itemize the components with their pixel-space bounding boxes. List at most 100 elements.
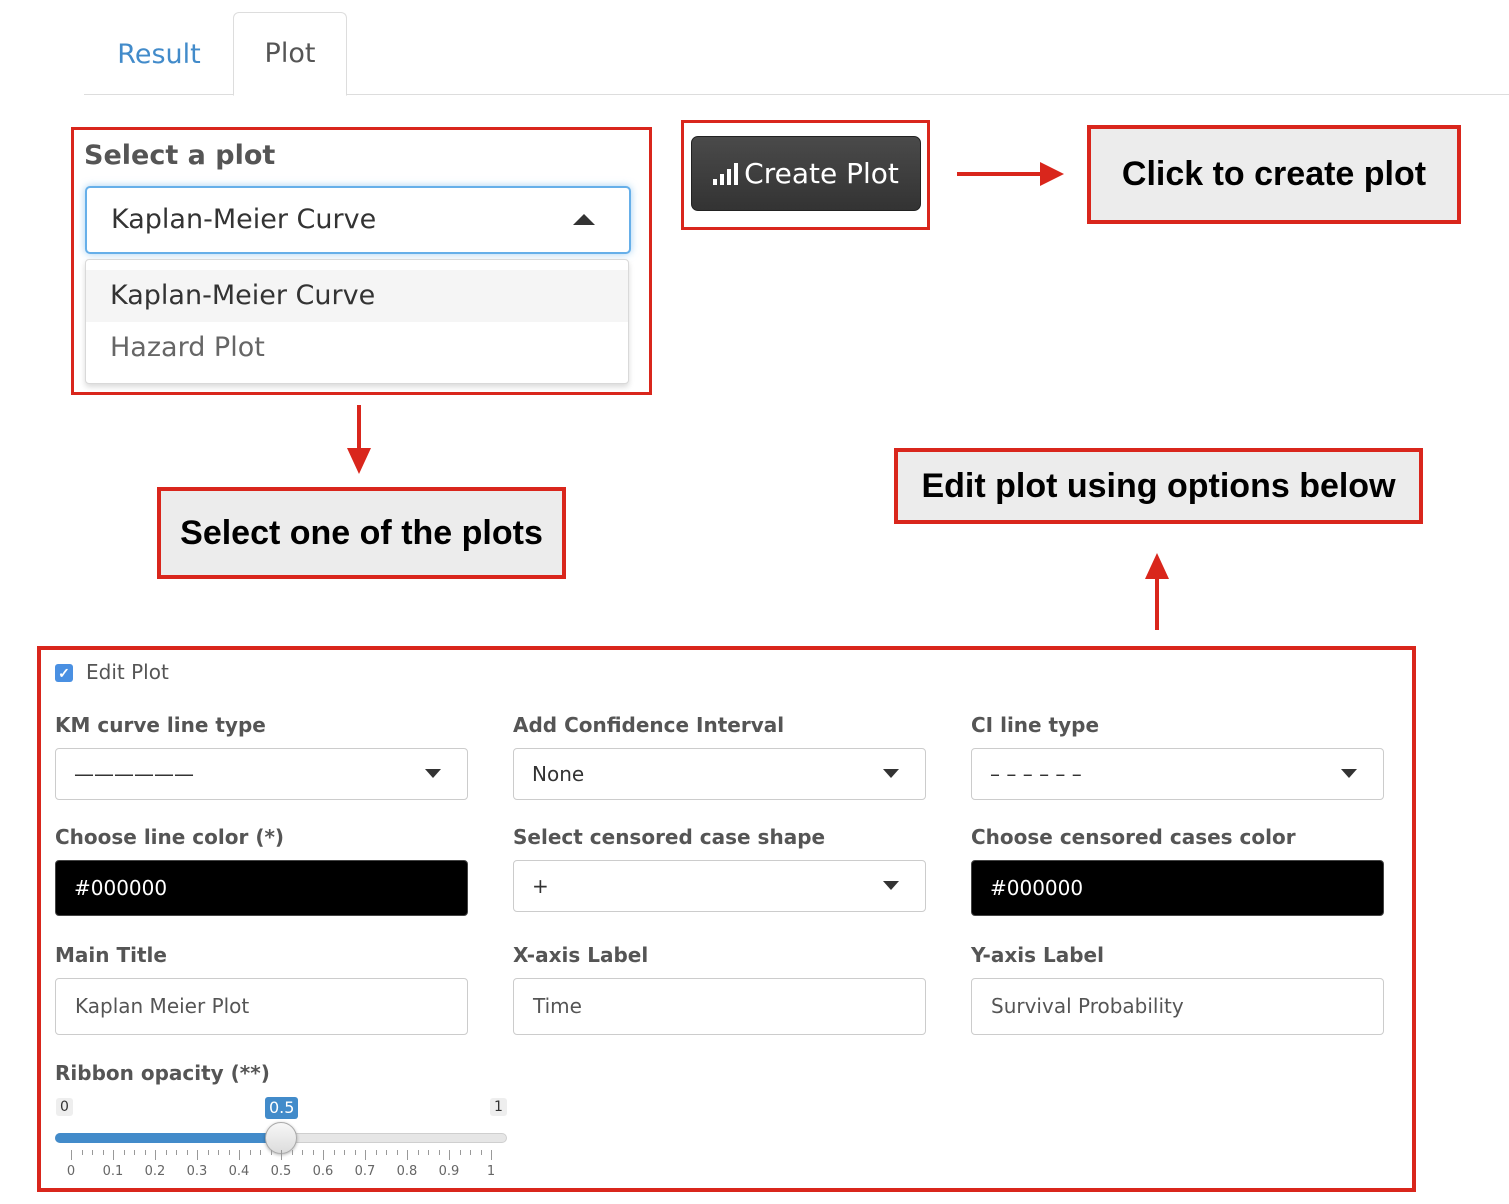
arrow-down-line bbox=[357, 405, 361, 451]
slider-minor-tick bbox=[165, 1150, 167, 1155]
slider-minor-tick bbox=[144, 1150, 146, 1155]
slider-minor-tick bbox=[354, 1150, 356, 1155]
slider-tick-label: 0.5 bbox=[270, 1164, 292, 1179]
dropdown-option-hazard-plot[interactable]: Hazard Plot bbox=[86, 322, 628, 374]
confidence-interval-value: None bbox=[532, 762, 585, 786]
dropdown-option-kaplan-meier[interactable]: Kaplan-Meier Curve bbox=[86, 270, 628, 322]
signal-bars-icon bbox=[713, 162, 739, 185]
km-line-type-select[interactable]: —————— bbox=[55, 748, 468, 800]
create-plot-label: Create Plot bbox=[744, 157, 899, 190]
slider-minor-tick bbox=[81, 1150, 83, 1155]
y-axis-label-input[interactable]: Survival Probability bbox=[971, 978, 1384, 1035]
y-axis-label-label: Y-axis Label bbox=[971, 943, 1104, 967]
slider-minor-tick bbox=[438, 1150, 440, 1155]
arrow-down-icon bbox=[347, 448, 371, 474]
slider-minor-tick bbox=[459, 1150, 461, 1155]
slider-minor-tick bbox=[249, 1150, 251, 1155]
slider-minor-tick bbox=[134, 1150, 135, 1155]
slider-major-tick bbox=[407, 1150, 408, 1160]
tab-result[interactable]: Result bbox=[84, 14, 234, 94]
slider-minor-tick bbox=[302, 1150, 303, 1155]
censored-color-label: Choose censored cases color bbox=[971, 825, 1296, 849]
slider-major-tick bbox=[71, 1150, 72, 1160]
slider-value-badge: 0.5 bbox=[265, 1097, 299, 1119]
edit-plot-checkbox-label: Edit Plot bbox=[86, 660, 169, 684]
chevron-down-icon bbox=[425, 769, 441, 778]
slider-minor-tick bbox=[176, 1150, 177, 1155]
create-plot-button[interactable]: Create Plot bbox=[691, 136, 921, 211]
censored-color-input[interactable]: #000000 bbox=[971, 860, 1384, 916]
callout-select-plot: Select one of the plots bbox=[157, 487, 566, 579]
x-axis-label-label: X-axis Label bbox=[513, 943, 649, 967]
line-color-value: #000000 bbox=[74, 876, 168, 900]
x-axis-label-value: Time bbox=[533, 994, 582, 1018]
slider-minor-tick bbox=[417, 1150, 419, 1155]
slider-minor-tick bbox=[470, 1150, 471, 1155]
slider-minor-tick bbox=[344, 1150, 345, 1155]
slider-minor-tick bbox=[480, 1150, 482, 1155]
slider-tick-label: 0.8 bbox=[396, 1164, 418, 1179]
caret-up-icon bbox=[573, 214, 595, 225]
slider-minor-tick bbox=[333, 1150, 335, 1155]
main-title-input[interactable]: Kaplan Meier Plot bbox=[55, 978, 468, 1035]
slider-minor-tick bbox=[260, 1150, 261, 1155]
chevron-down-icon bbox=[883, 881, 899, 890]
slider-max-label: 1 bbox=[490, 1098, 507, 1116]
slider-tick-label: 0.3 bbox=[186, 1164, 208, 1179]
ribbon-opacity-label: Ribbon opacity (**) bbox=[55, 1061, 270, 1085]
chevron-down-icon bbox=[1341, 769, 1357, 778]
ci-line-type-value: – – – – – – bbox=[990, 762, 1082, 786]
censored-shape-select[interactable]: + bbox=[513, 860, 926, 912]
slider-major-tick bbox=[239, 1150, 240, 1160]
slider-major-tick bbox=[155, 1150, 156, 1160]
slider-major-tick bbox=[281, 1150, 282, 1160]
callout-edit-plot: Edit plot using options below bbox=[894, 448, 1423, 524]
slider-minor-tick bbox=[270, 1150, 272, 1155]
slider-minor-tick bbox=[186, 1150, 188, 1155]
ci-line-type-select[interactable]: – – – – – – bbox=[971, 748, 1384, 800]
slider-minor-tick bbox=[207, 1150, 209, 1155]
km-line-type-value: —————— bbox=[74, 762, 194, 786]
slider-minor-tick bbox=[428, 1150, 429, 1155]
arrow-right-icon bbox=[1040, 162, 1064, 186]
slider-major-tick bbox=[491, 1150, 492, 1160]
plot-select[interactable]: Kaplan-Meier Curve bbox=[85, 186, 631, 254]
slider-minor-tick bbox=[218, 1150, 219, 1155]
censored-shape-label: Select censored case shape bbox=[513, 825, 826, 849]
slider-tick-label: 1 bbox=[486, 1164, 496, 1179]
plot-dropdown-menu: Kaplan-Meier Curve Hazard Plot bbox=[85, 259, 629, 384]
censored-color-value: #000000 bbox=[990, 876, 1084, 900]
line-color-input[interactable]: #000000 bbox=[55, 860, 468, 916]
slider-min-label: 0 bbox=[56, 1098, 73, 1116]
slider-fill bbox=[55, 1133, 281, 1143]
slider-minor-tick bbox=[291, 1150, 293, 1155]
slider-major-tick bbox=[197, 1150, 198, 1160]
slider-tick-label: 0.9 bbox=[438, 1164, 460, 1179]
slider-tick-label: 0.4 bbox=[228, 1164, 250, 1179]
slider-minor-tick bbox=[92, 1150, 93, 1155]
ci-line-type-label: CI line type bbox=[971, 713, 1100, 737]
slider-minor-tick bbox=[375, 1150, 377, 1155]
slider-minor-tick bbox=[396, 1150, 398, 1155]
arrow-up-line bbox=[1155, 578, 1159, 630]
confidence-interval-select[interactable]: None bbox=[513, 748, 926, 800]
select-plot-label: Select a plot bbox=[84, 140, 276, 171]
slider-major-tick bbox=[449, 1150, 450, 1160]
slider-tick-label: 0.1 bbox=[102, 1164, 124, 1179]
main-title-value: Kaplan Meier Plot bbox=[75, 994, 250, 1018]
tab-plot[interactable]: Plot bbox=[233, 12, 347, 96]
confidence-interval-label: Add Confidence Interval bbox=[513, 713, 785, 737]
slider-minor-tick bbox=[228, 1150, 230, 1155]
edit-plot-checkbox[interactable]: ✓ bbox=[55, 664, 73, 682]
slider-major-tick bbox=[365, 1150, 366, 1160]
x-axis-label-input[interactable]: Time bbox=[513, 978, 926, 1035]
slider-minor-tick bbox=[123, 1150, 125, 1155]
slider-minor-tick bbox=[312, 1150, 314, 1155]
slider-tick-label: 0 bbox=[66, 1164, 76, 1179]
line-color-label: Choose line color (*) bbox=[55, 825, 285, 849]
main-title-label: Main Title bbox=[55, 943, 167, 967]
slider-tick-label: 0.7 bbox=[354, 1164, 376, 1179]
chevron-down-icon bbox=[883, 769, 899, 778]
plot-select-value: Kaplan-Meier Curve bbox=[111, 204, 377, 235]
slider-tick-label: 0.2 bbox=[144, 1164, 166, 1179]
